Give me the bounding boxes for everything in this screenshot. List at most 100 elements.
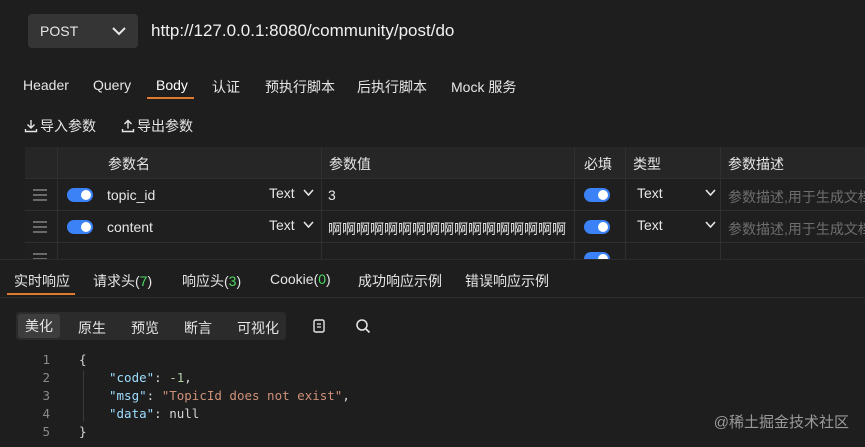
tab-pre-script[interactable]: 预执行脚本 bbox=[265, 77, 335, 97]
view-visualize[interactable]: 可视化 bbox=[237, 318, 279, 338]
cookie-count: 0 bbox=[318, 271, 327, 287]
chevron-down-icon bbox=[705, 189, 716, 196]
param-name[interactable]: content bbox=[107, 219, 153, 235]
json-colon: : bbox=[154, 370, 170, 385]
view-preview[interactable]: 预览 bbox=[131, 318, 159, 338]
cookie-label: Cookie( bbox=[270, 271, 319, 287]
tab-cookie[interactable]: Cookie(0) bbox=[270, 271, 331, 287]
value-type-select[interactable]: Text bbox=[269, 217, 314, 233]
active-response-tab-indicator bbox=[7, 293, 75, 295]
export-params-label: 导出参数 bbox=[137, 118, 193, 134]
tab-auth[interactable]: 认证 bbox=[212, 77, 240, 97]
params-table: 参数名 参数值 必填 类型 参数描述 topic_id Text 3 Text … bbox=[25, 147, 865, 259]
header-name: 参数名 bbox=[108, 156, 150, 172]
table-row: content Text 啊啊啊啊啊啊啊啊啊啊啊啊啊啊啊啊啊 Text 参数描述… bbox=[25, 210, 865, 243]
required-toggle[interactable] bbox=[584, 188, 610, 202]
enable-toggle[interactable] bbox=[67, 220, 93, 234]
method-label: POST bbox=[40, 23, 79, 39]
json-line-code: "code": -1, bbox=[109, 370, 192, 385]
drag-handle-icon[interactable] bbox=[33, 189, 47, 204]
json-colon: : bbox=[154, 406, 170, 421]
column-divider bbox=[574, 147, 575, 259]
drag-handle-icon[interactable] bbox=[33, 221, 47, 236]
value-type-label: Text bbox=[269, 185, 295, 201]
json-line-data: "data": null bbox=[109, 406, 199, 421]
column-divider bbox=[625, 147, 626, 259]
indent-guide bbox=[83, 370, 84, 422]
view-mode-bar: 美化 原生 预览 断言 可视化 bbox=[16, 312, 286, 340]
type-label: Text bbox=[637, 185, 663, 201]
view-beautify[interactable]: 美化 bbox=[18, 314, 60, 338]
tab-post-script[interactable]: 后执行脚本 bbox=[357, 77, 427, 97]
json-comma: , bbox=[184, 370, 192, 385]
line-number: 5 bbox=[42, 424, 50, 439]
view-raw[interactable]: 原生 bbox=[78, 318, 106, 338]
required-toggle[interactable] bbox=[584, 252, 610, 259]
type-label: Text bbox=[637, 217, 663, 233]
tab-request-headers[interactable]: 请求头(7) bbox=[93, 271, 152, 291]
tab-error-example[interactable]: 错误响应示例 bbox=[465, 271, 549, 291]
close-paren: ) bbox=[326, 271, 331, 287]
json-open-brace: { bbox=[79, 352, 87, 367]
enable-toggle[interactable] bbox=[67, 188, 93, 202]
desc-input[interactable]: 参数描述,用于生成文档 bbox=[728, 219, 865, 239]
header-value: 参数值 bbox=[329, 156, 371, 172]
tab-mock[interactable]: Mock 服务 bbox=[451, 77, 516, 97]
close-paren: ) bbox=[236, 273, 242, 289]
copy-icon[interactable] bbox=[311, 318, 327, 334]
json-comma: , bbox=[342, 388, 350, 403]
json-key: "code" bbox=[109, 370, 155, 385]
tab-query[interactable]: Query bbox=[93, 77, 131, 93]
type-select[interactable]: Text bbox=[637, 217, 716, 233]
request-headers-label: 请求头( bbox=[93, 273, 140, 289]
close-paren: ) bbox=[147, 273, 153, 289]
json-value: -1 bbox=[169, 370, 185, 385]
line-number: 1 bbox=[42, 352, 50, 367]
json-key: "msg" bbox=[109, 388, 147, 403]
value-type-select[interactable]: Text bbox=[269, 185, 314, 201]
method-select[interactable]: POST bbox=[28, 14, 138, 48]
url-input[interactable]: http://127.0.0.1:8080/community/post/do bbox=[151, 21, 454, 41]
chevron-down-icon bbox=[112, 27, 126, 36]
export-params-button[interactable]: 导出参数 bbox=[121, 116, 193, 136]
response-tabs: 实时响应 请求头(7) 响应头(3) Cookie(0) 成功响应示例 错误响应… bbox=[0, 259, 865, 298]
line-number: 2 bbox=[42, 370, 50, 385]
tab-success-example[interactable]: 成功响应示例 bbox=[358, 271, 442, 291]
type-select[interactable]: Text bbox=[637, 185, 716, 201]
search-icon[interactable] bbox=[355, 318, 371, 334]
line-number: 4 bbox=[42, 406, 50, 421]
tab-body[interactable]: Body bbox=[156, 77, 188, 93]
json-close-brace: } bbox=[79, 424, 87, 439]
chevron-down-icon bbox=[303, 221, 314, 228]
column-divider bbox=[321, 147, 322, 259]
desc-input[interactable]: 参数描述,用于生成文档 bbox=[728, 187, 865, 207]
watermark: @稀土掘金技术社区 bbox=[713, 414, 849, 431]
json-value: "TopicId does not exist" bbox=[161, 388, 343, 403]
param-value[interactable]: 啊啊啊啊啊啊啊啊啊啊啊啊啊啊啊啊啊 bbox=[328, 219, 566, 239]
json-colon: : bbox=[146, 388, 162, 403]
view-assert[interactable]: 断言 bbox=[184, 318, 212, 338]
tab-realtime-response[interactable]: 实时响应 bbox=[14, 271, 70, 291]
line-number: 3 bbox=[42, 388, 50, 403]
param-value[interactable]: 3 bbox=[328, 187, 336, 203]
column-divider bbox=[57, 147, 58, 259]
table-header: 参数名 参数值 必填 类型 参数描述 bbox=[25, 147, 865, 178]
import-params-button[interactable]: 导入参数 bbox=[24, 116, 96, 136]
table-row bbox=[25, 242, 865, 259]
tab-header[interactable]: Header bbox=[23, 77, 69, 93]
request-tabs: Header Query Body 认证 预执行脚本 后执行脚本 Mock 服务 bbox=[0, 68, 865, 102]
download-icon bbox=[24, 120, 38, 133]
required-toggle[interactable] bbox=[584, 220, 610, 234]
json-value: null bbox=[169, 406, 200, 421]
param-name[interactable]: topic_id bbox=[107, 187, 155, 203]
chevron-down-icon bbox=[303, 189, 314, 196]
import-params-label: 导入参数 bbox=[40, 118, 96, 134]
response-headers-label: 响应头( bbox=[182, 273, 229, 289]
chevron-down-icon bbox=[705, 221, 716, 228]
header-desc: 参数描述 bbox=[728, 156, 784, 172]
value-type-label: Text bbox=[269, 217, 295, 233]
header-type: 类型 bbox=[633, 156, 661, 172]
column-divider bbox=[720, 147, 721, 259]
json-key: "data" bbox=[109, 406, 155, 421]
tab-response-headers[interactable]: 响应头(3) bbox=[182, 271, 241, 291]
